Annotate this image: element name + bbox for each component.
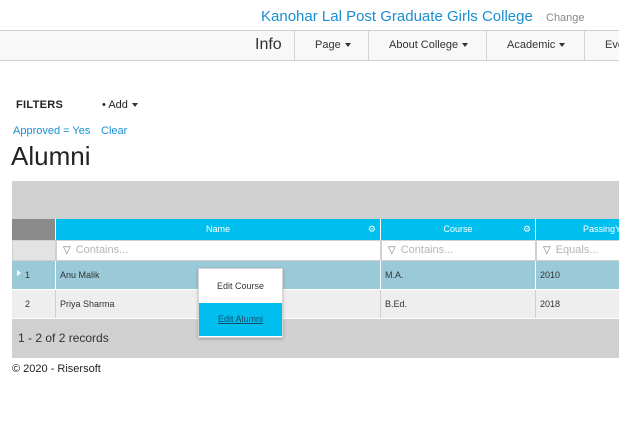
table-row[interactable]: 1 Anu Malik M.A. 2010 bbox=[12, 261, 619, 289]
funnel-icon[interactable]: ▽ bbox=[388, 245, 396, 256]
funnel-icon[interactable]: ▽ bbox=[63, 245, 71, 256]
bullet-icon: • bbox=[102, 99, 106, 111]
edit-course-menu-item[interactable]: Edit Course bbox=[199, 270, 282, 303]
nav-item-label: About College bbox=[389, 39, 459, 51]
row-number: 2 bbox=[12, 290, 56, 318]
filter-placeholder: Contains... bbox=[400, 244, 454, 256]
caret-down-icon bbox=[559, 43, 566, 48]
row-selector-header bbox=[12, 219, 56, 240]
column-header-course[interactable]: Course ⚙ bbox=[381, 219, 536, 240]
filter-placeholder: Contains... bbox=[75, 244, 129, 256]
cell-passing-year[interactable]: 2018 bbox=[536, 290, 619, 318]
caret-down-icon bbox=[344, 43, 351, 48]
add-filter-dropdown[interactable]: • Add bbox=[102, 99, 138, 111]
clear-filters-link[interactable]: Clear bbox=[101, 125, 127, 137]
change-college-link[interactable]: Change bbox=[546, 12, 585, 24]
table-row[interactable]: 2 Priya Sharma B.Ed. 2018 bbox=[12, 290, 619, 318]
column-header-name[interactable]: Name ⚙ bbox=[56, 219, 381, 240]
name-filter-input[interactable]: ▽ Contains... bbox=[56, 240, 381, 261]
column-header-label: Name bbox=[205, 224, 230, 234]
nav-item-about-college[interactable]: About College bbox=[368, 31, 486, 60]
nav-item-academic[interactable]: Academic bbox=[486, 31, 584, 60]
course-filter-input[interactable]: ▽ Contains... bbox=[381, 240, 536, 261]
filters-label: FILTERS bbox=[16, 99, 64, 111]
copyright-footer: © 2020 - Risersoft bbox=[12, 363, 101, 375]
nav-item-page[interactable]: Page bbox=[294, 31, 368, 60]
college-title: Kanohar Lal Post Graduate Girls College bbox=[261, 8, 533, 25]
column-header-label: PassingYe bbox=[583, 224, 619, 234]
active-filter-approved[interactable]: Approved = Yes bbox=[13, 125, 90, 137]
nav-item-label: Academic bbox=[507, 39, 556, 51]
add-filter-label: Add bbox=[108, 99, 128, 111]
grid-pager: 1 - 2 of 2 records bbox=[12, 319, 619, 358]
grid-group-panel bbox=[12, 181, 619, 219]
nav-item-label: Eve bbox=[605, 39, 619, 51]
filter-placeholder: Equals... bbox=[555, 244, 599, 256]
cell-course[interactable]: M.A. bbox=[381, 261, 536, 289]
record-count: 1 - 2 of 2 records bbox=[18, 331, 109, 345]
row-indicator-icon bbox=[17, 270, 21, 276]
row-number: 1 bbox=[12, 261, 56, 289]
cell-course[interactable]: B.Ed. bbox=[381, 290, 536, 318]
caret-down-icon bbox=[131, 103, 138, 108]
nav-brand[interactable]: Info bbox=[255, 36, 282, 54]
row-number-text: 1 bbox=[25, 270, 31, 280]
caret-down-icon bbox=[462, 43, 469, 48]
passing-year-filter-input[interactable]: ▽ Equals... bbox=[536, 240, 619, 261]
nav-item-label: Page bbox=[315, 39, 341, 51]
top-navbar: Info Page About College Academic Eve bbox=[0, 30, 619, 61]
edit-alumni-menu-item[interactable]: Edit Alumni bbox=[199, 303, 282, 336]
column-header-passing-year[interactable]: PassingYe bbox=[536, 219, 619, 240]
grid-header-row: Name ⚙ Course ⚙ PassingYe bbox=[12, 219, 619, 240]
gear-icon[interactable]: ⚙ bbox=[523, 219, 531, 240]
gear-icon[interactable]: ⚙ bbox=[368, 219, 376, 240]
grid-filter-row: ▽ Contains... ▽ Contains... ▽ Equals... bbox=[12, 240, 619, 261]
funnel-icon[interactable]: ▽ bbox=[543, 245, 551, 256]
nav-item-events[interactable]: Eve bbox=[584, 31, 619, 60]
cell-passing-year[interactable]: 2010 bbox=[536, 261, 619, 289]
row-context-menu: Edit Course Edit Alumni bbox=[198, 268, 283, 338]
row-selector-filter bbox=[12, 240, 56, 261]
column-header-label: Course bbox=[443, 224, 473, 234]
page-title: Alumni bbox=[11, 141, 91, 171]
